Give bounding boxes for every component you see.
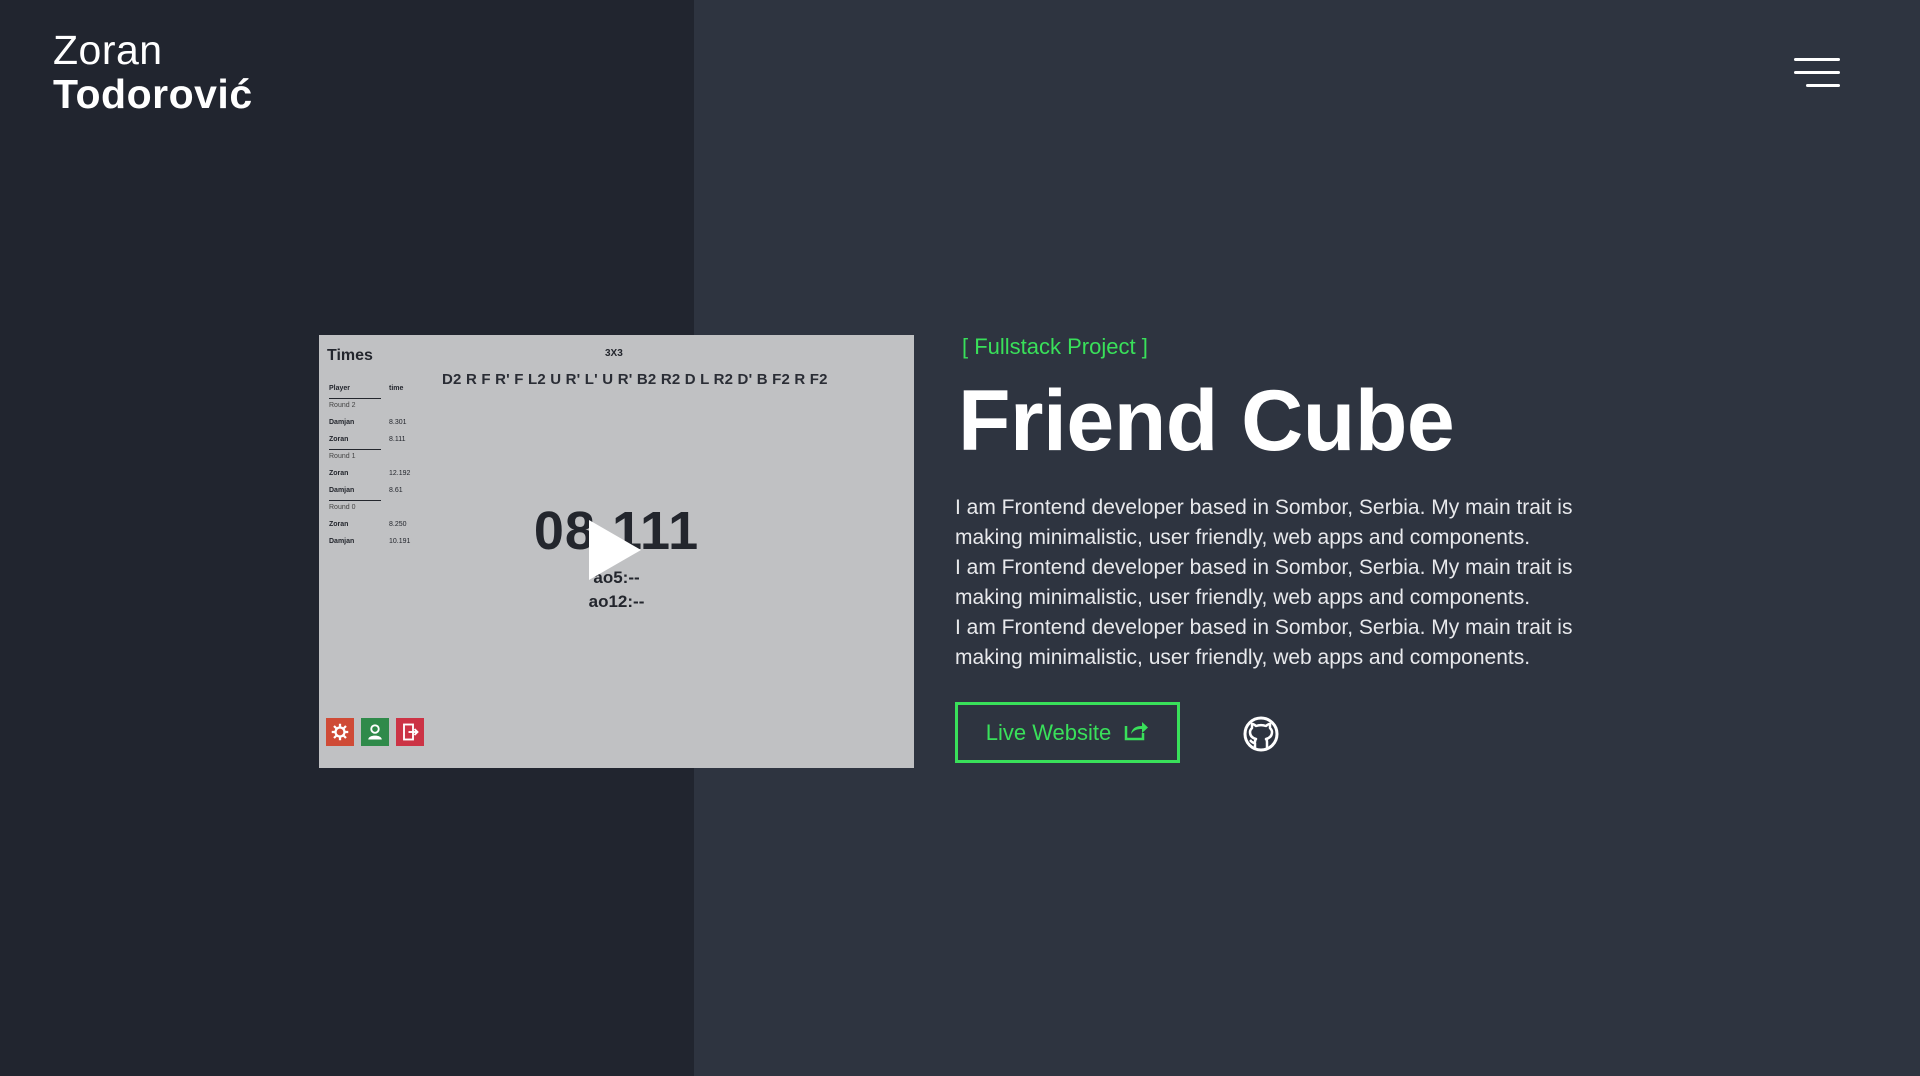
- table-header-player: Player: [329, 385, 351, 392]
- table-row: Damjan 8.61: [329, 483, 419, 500]
- time-cell: 12.192: [389, 470, 411, 477]
- table-round: Round 1: [329, 449, 419, 466]
- project-video-preview[interactable]: Times 3X3 D2 R F R' F L2 U R' L' U R' B2…: [319, 335, 914, 768]
- live-website-button[interactable]: Live Website: [955, 702, 1180, 763]
- table-row: Zoran 8.111: [329, 432, 419, 449]
- table-row: Zoran 12.192: [329, 466, 419, 483]
- time-cell: 8.301: [389, 419, 407, 426]
- brand-first-name: Zoran: [53, 27, 163, 73]
- time-cell: 8.61: [389, 487, 403, 494]
- user-icon[interactable]: [361, 718, 389, 746]
- player-cell: Damjan: [329, 487, 355, 494]
- github-icon[interactable]: [1242, 715, 1280, 753]
- project-description: I am Frontend developer based in Sombor,…: [955, 493, 1605, 673]
- brand-logo[interactable]: Zoran Todorović: [53, 28, 253, 116]
- table-header-time: time: [389, 385, 404, 392]
- player-cell: Damjan: [329, 419, 355, 426]
- player-cell: Zoran: [329, 436, 349, 443]
- table-row: Damjan 8.301: [329, 415, 419, 432]
- description-paragraph: I am Frontend developer based in Sombor,…: [955, 556, 1573, 609]
- table-round: Round 2: [329, 398, 419, 415]
- table-header: Player time: [329, 381, 419, 398]
- round-label: Round 2: [329, 402, 356, 409]
- ao12-stat: ao12:--: [588, 592, 645, 611]
- description-paragraph: I am Frontend developer based in Sombor,…: [955, 496, 1573, 549]
- time-cell: 8.111: [389, 436, 406, 443]
- settings-icon[interactable]: [326, 718, 354, 746]
- external-share-icon: [1123, 718, 1149, 748]
- scramble-sequence: D2 R F R' F L2 U R' L' U R' B2 R2 D L R2…: [442, 371, 828, 388]
- player-cell: Zoran: [329, 470, 349, 477]
- project-title: Friend Cube: [958, 373, 1455, 469]
- description-paragraph: I am Frontend developer based in Sombor,…: [955, 616, 1573, 669]
- brand-last-name: Todorović: [53, 71, 253, 117]
- play-icon[interactable]: [589, 520, 641, 580]
- cube-type-label: 3X3: [605, 348, 623, 359]
- times-heading: Times: [327, 347, 373, 364]
- project-category: [ Fullstack Project ]: [962, 334, 1148, 359]
- exit-icon[interactable]: [396, 718, 424, 746]
- round-label: Round 1: [329, 453, 356, 460]
- live-website-label: Live Website: [985, 719, 1112, 745]
- hamburger-menu-icon[interactable]: [1794, 58, 1840, 88]
